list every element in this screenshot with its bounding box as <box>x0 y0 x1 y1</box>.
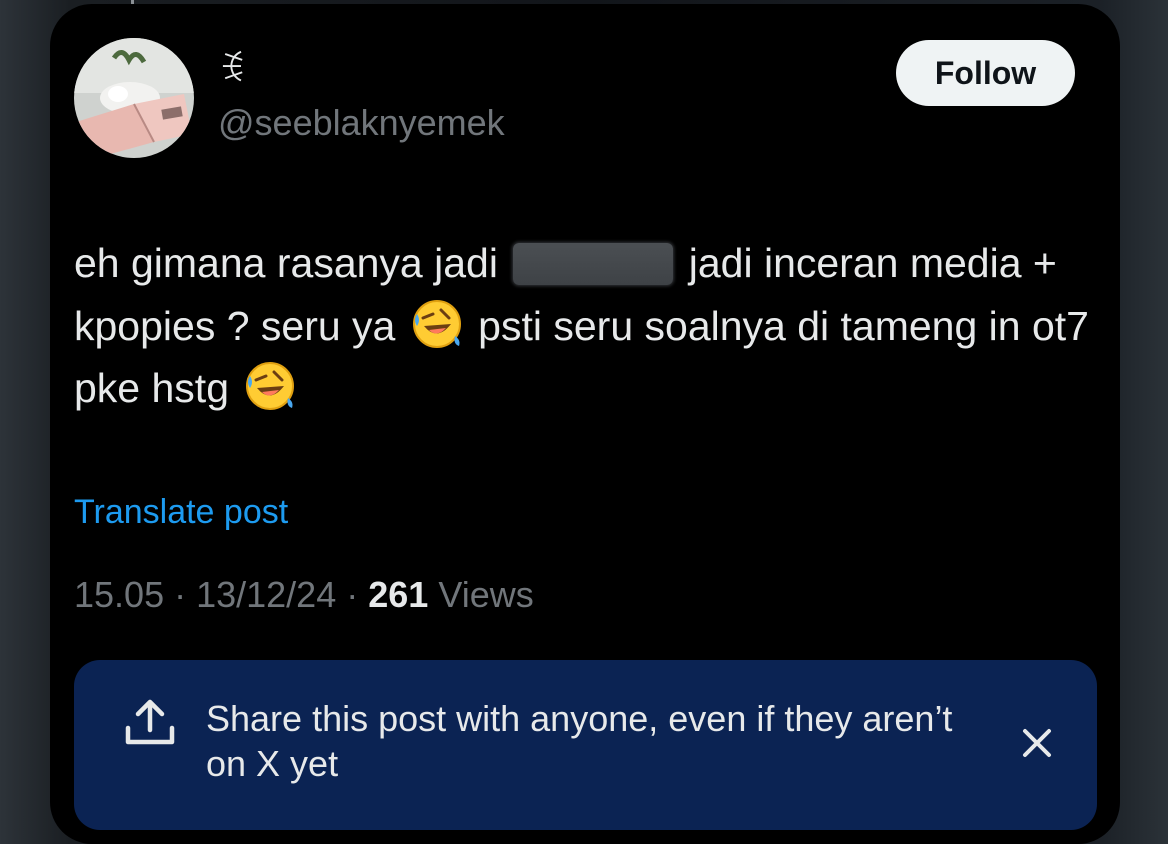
redacted-name <box>513 243 674 285</box>
views-label: Views <box>438 574 534 615</box>
follow-button[interactable]: Follow <box>896 40 1075 106</box>
share-banner[interactable]: Share this post with anyone, even if the… <box>74 660 1097 830</box>
rofl-emoji-icon <box>412 299 461 348</box>
share-banner-text: Share this post with anyone, even if the… <box>206 698 953 784</box>
rofl-emoji-icon <box>246 362 295 410</box>
avatar-image <box>74 38 194 158</box>
post-time[interactable]: 15.05 <box>74 574 164 615</box>
post-date[interactable]: 13/12/24 <box>196 574 336 615</box>
post-meta: 15.05 · 13/12/24 · 261 Views <box>74 574 534 615</box>
share-icon <box>125 699 175 745</box>
post-text-part-1: eh gimana rasanya jadi <box>74 240 498 286</box>
author-display-name[interactable]: ꉂ <box>218 50 246 90</box>
views-count[interactable]: 261 <box>368 574 428 615</box>
translate-post-link[interactable]: Translate post <box>74 492 288 532</box>
post-text: eh gimana rasanya jadi jadi inceran medi… <box>74 232 1094 420</box>
avatar[interactable] <box>74 38 194 158</box>
author-handle[interactable]: @seeblaknyemek <box>218 103 505 143</box>
close-icon[interactable] <box>1014 720 1060 766</box>
